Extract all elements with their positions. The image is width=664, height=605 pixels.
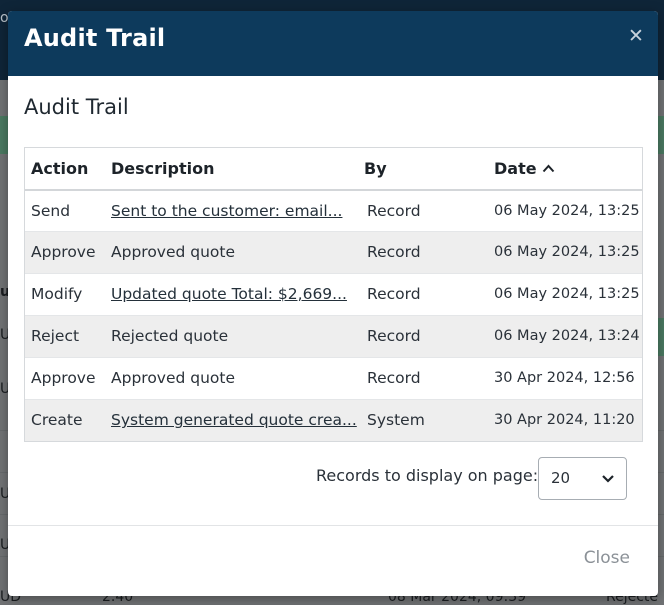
cell-date: 06 May 2024, 13:25 [488, 230, 642, 273]
cell-action: Reject [25, 314, 105, 357]
cell-date: 06 May 2024, 13:25 [488, 272, 642, 315]
table-row: Create System generated quote crea... Sy… [25, 398, 642, 441]
column-header-by: By [358, 148, 488, 191]
cell-by: Record [358, 189, 488, 231]
description-link[interactable]: Updated quote Total: $2,669... [111, 285, 347, 303]
table-row: Approve Approved quote Record 06 May 202… [25, 230, 642, 273]
footer-divider [8, 525, 658, 526]
column-header-action: Action [25, 148, 105, 191]
cell-by: System [358, 398, 488, 441]
records-per-page-select[interactable]: 20 [538, 457, 627, 500]
cell-description: Sent to the customer: email... [105, 189, 358, 231]
description-link[interactable]: Sent to the customer: email... [111, 202, 342, 220]
cell-description: System generated quote crea... [105, 398, 358, 441]
section-title: Audit Trail [24, 95, 129, 119]
cell-description: Rejected quote [105, 314, 358, 357]
cell-by: Record [358, 314, 488, 357]
chevron-down-icon [600, 470, 616, 486]
cell-description: Approved quote [105, 230, 358, 273]
cell-by: Record [358, 356, 488, 399]
audit-table: Action Description By Date Send Sent to … [24, 147, 643, 442]
close-icon[interactable]: ✕ [628, 25, 644, 47]
table-header-row: Action Description By Date [25, 148, 642, 191]
cell-date: 06 May 2024, 13:25 [488, 189, 642, 231]
cell-description: Updated quote Total: $2,669... [105, 272, 358, 315]
description-link[interactable]: System generated quote crea... [111, 411, 357, 429]
table-row: Send Sent to the customer: email... Reco… [25, 189, 642, 231]
records-per-page-value: 20 [551, 469, 571, 487]
column-header-date[interactable]: Date [488, 148, 642, 191]
table-row: Modify Updated quote Total: $2,669... Re… [25, 272, 642, 315]
records-per-page-label: Records to display on page: [316, 466, 539, 485]
cell-action: Approve [25, 230, 105, 273]
close-button[interactable]: Close [584, 548, 630, 568]
cell-by: Record [358, 272, 488, 315]
cell-by: Record [358, 230, 488, 273]
column-header-description: Description [105, 148, 358, 191]
cell-action: Modify [25, 272, 105, 315]
cell-date: 06 May 2024, 13:24 [488, 314, 642, 357]
cell-date: 30 Apr 2024, 12:56 [488, 356, 642, 399]
table-row: Approve Approved quote Record 30 Apr 202… [25, 356, 642, 399]
cell-date: 30 Apr 2024, 11:20 [488, 398, 642, 441]
cell-action: Approve [25, 356, 105, 399]
modal-header: Audit Trail ✕ [8, 11, 658, 76]
table-row: Reject Rejected quote Record 06 May 2024… [25, 314, 642, 357]
cell-action: Create [25, 398, 105, 441]
cell-action: Send [25, 189, 105, 231]
audit-trail-modal: Audit Trail ✕ Audit Trail Action Descrip… [8, 11, 658, 596]
modal-title: Audit Trail [24, 24, 166, 52]
chevron-up-icon[interactable] [542, 162, 555, 177]
cell-description: Approved quote [105, 356, 358, 399]
